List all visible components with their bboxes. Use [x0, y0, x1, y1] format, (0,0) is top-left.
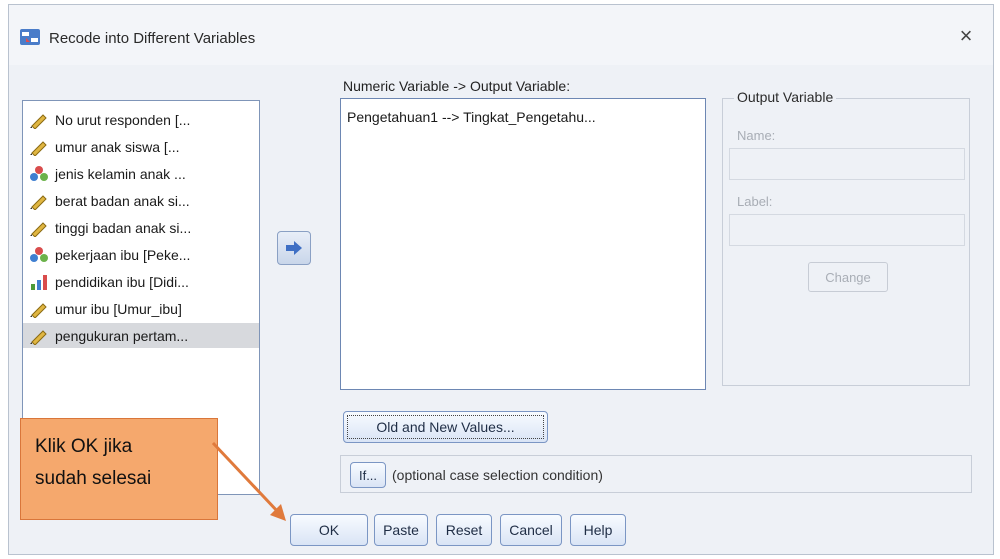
callout-box: Klik OK jika sudah selesai: [20, 418, 218, 520]
help-button[interactable]: Help: [570, 514, 626, 546]
variable-list-item[interactable]: berat badan anak si...: [23, 188, 259, 213]
close-button[interactable]: ×: [953, 23, 979, 49]
callout-line-2: sudah selesai: [35, 468, 152, 489]
name-label: Name:: [737, 128, 776, 143]
variable-label: pengukuran pertam...: [55, 327, 189, 344]
scale-ruler-icon: [30, 302, 47, 318]
variable-list-item[interactable]: No urut responden [...: [23, 107, 259, 132]
numeric-variable-list[interactable]: Pengetahuan1 --> Tingkat_Pengetahu...: [340, 98, 706, 390]
variable-label: jenis kelamin anak ...: [55, 165, 186, 182]
variable-label: No urut responden [...: [55, 111, 191, 128]
if-caption: (optional case selection condition): [392, 467, 603, 483]
if-button[interactable]: If...: [350, 462, 386, 488]
nominal-circles-icon: [30, 165, 48, 181]
scale-ruler-icon: [30, 221, 47, 237]
variable-label: tinggi badan anak si...: [55, 219, 192, 236]
paste-button[interactable]: Paste: [374, 514, 428, 546]
output-label-field[interactable]: [729, 214, 965, 246]
variable-list-item[interactable]: umur ibu [Umur_ibu]: [23, 296, 259, 321]
cancel-button[interactable]: Cancel: [500, 514, 562, 546]
mapping-item[interactable]: Pengetahuan1 --> Tingkat_Pengetahu...: [341, 99, 705, 125]
scale-ruler-icon: [30, 329, 47, 345]
variable-list-item[interactable]: jenis kelamin anak ...: [23, 161, 259, 186]
label-label: Label:: [737, 194, 773, 209]
if-button-label: If...: [358, 467, 378, 483]
arrow-right-icon: [286, 241, 302, 255]
output-variable-legend: Output Variable: [734, 89, 837, 105]
variable-label: berat badan anak si...: [55, 192, 190, 209]
variable-list-item[interactable]: tinggi badan anak si...: [23, 215, 259, 240]
ok-button[interactable]: OK: [290, 514, 368, 546]
variable-list-item[interactable]: pendidikan ibu [Didi...: [23, 269, 259, 294]
change-button[interactable]: Change: [808, 262, 888, 292]
variable-label: pendidikan ibu [Didi...: [55, 273, 189, 290]
reset-button[interactable]: Reset: [436, 514, 492, 546]
nominal-circles-icon: [30, 246, 48, 262]
scale-ruler-icon: [30, 140, 47, 156]
numeric-variable-label: Numeric Variable -> Output Variable:: [343, 78, 571, 94]
scale-ruler-icon: [30, 194, 47, 210]
variable-list-item[interactable]: pengukuran pertam...: [23, 323, 259, 348]
variable-list-item[interactable]: umur anak siswa [...: [23, 134, 259, 159]
title-bar: Recode into Different Variables ×: [9, 5, 993, 65]
scale-ruler-icon: [30, 113, 47, 129]
ordinal-bars-icon: [31, 274, 47, 290]
old-and-new-values-button[interactable]: Old and New Values...: [343, 411, 548, 443]
recode-app-icon: [20, 29, 40, 45]
window-title: Recode into Different Variables: [49, 30, 256, 47]
output-name-field[interactable]: [729, 148, 965, 180]
variable-label: umur ibu [Umur_ibu]: [55, 300, 182, 317]
variable-label: umur anak siswa [...: [55, 138, 180, 155]
variable-label: pekerjaan ibu [Peke...: [55, 246, 191, 263]
move-variable-button[interactable]: [277, 231, 311, 265]
variable-list-item[interactable]: pekerjaan ibu [Peke...: [23, 242, 259, 267]
callout-line-1: Klik OK jika: [35, 436, 133, 457]
